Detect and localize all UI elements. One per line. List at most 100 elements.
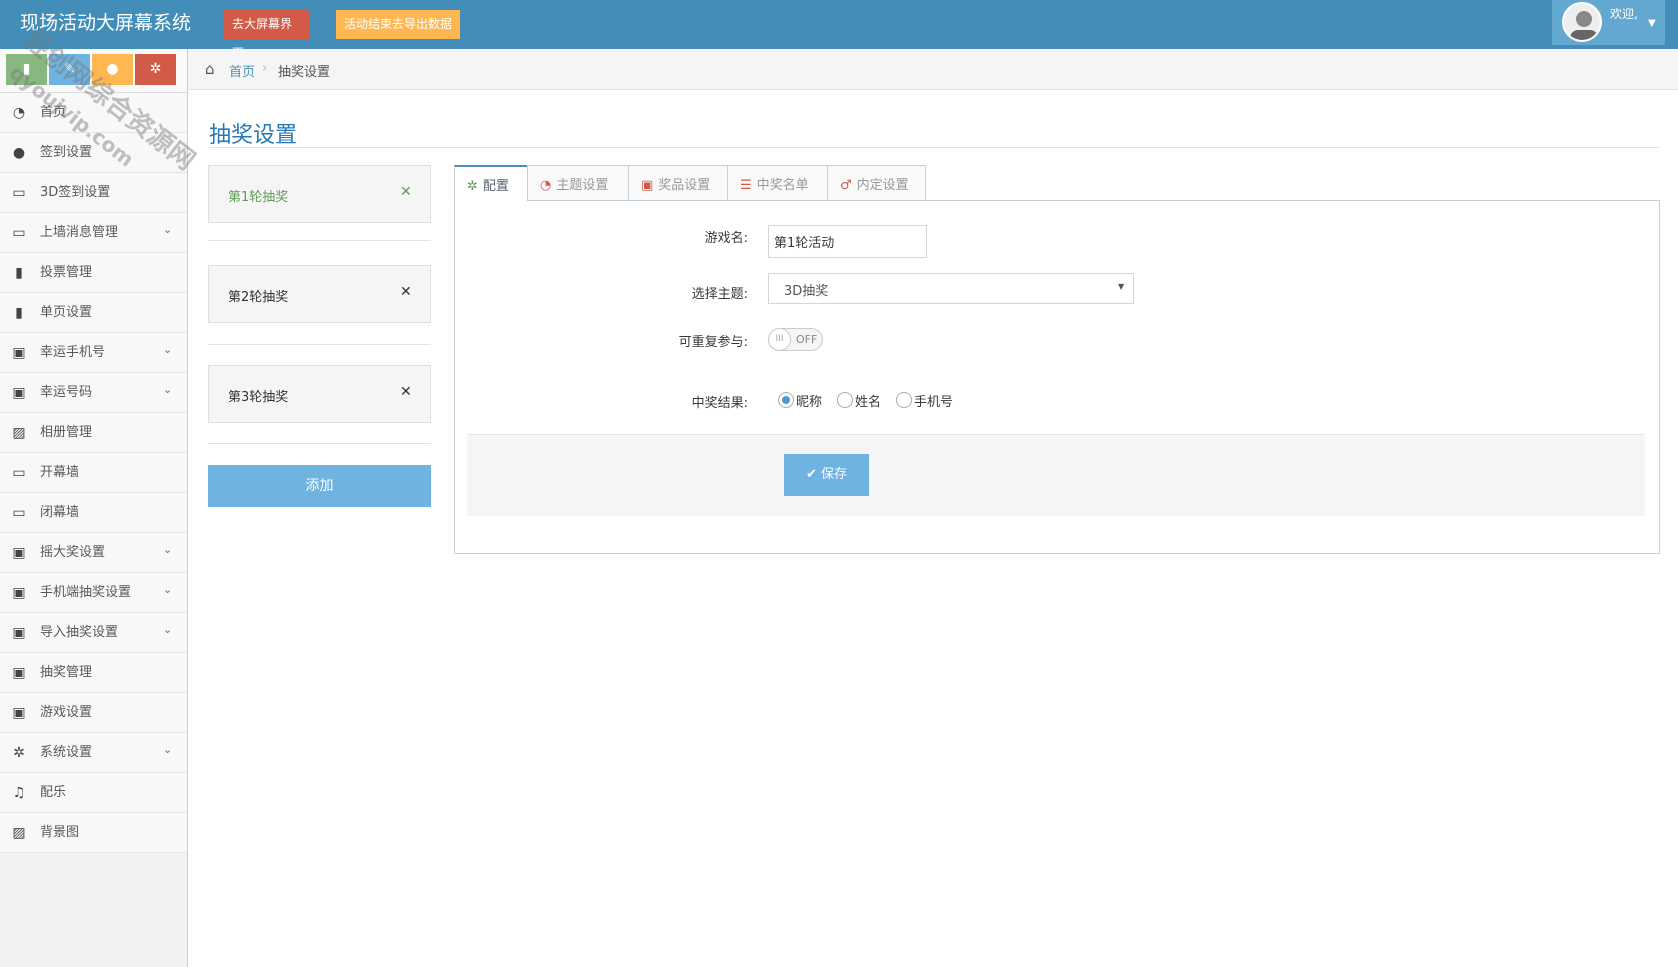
sidebar-item-label: 幸运号码 [40, 385, 93, 400]
sidebar-item[interactable]: ▭ 开幕墙 [0, 453, 187, 493]
sidebar-item[interactable]: ✲ 系统设置 ⌄ [0, 733, 187, 773]
sidebar-item[interactable]: ▣ 抽奖管理 [0, 653, 187, 693]
chevron-down-icon: ⌄ [163, 383, 173, 396]
divider [208, 443, 431, 444]
music-icon: ♫ [12, 785, 26, 801]
cog-icon: ✲ [467, 179, 478, 194]
chevron-down-icon: ⌄ [163, 583, 173, 596]
chevron-down-icon: ▼ [1118, 282, 1125, 291]
gift-icon: ▣ [12, 585, 26, 601]
picture-icon: ▨ [12, 425, 26, 441]
user-menu[interactable]: 欢迎, ▼ [1552, 0, 1665, 45]
close-icon[interactable]: ✕ [400, 384, 412, 400]
close-icon[interactable]: ✕ [400, 184, 412, 200]
breadcrumb-home-link[interactable]: 首页 [229, 61, 255, 80]
sidebar-item-label: 游戏设置 [40, 705, 93, 720]
repeat-label: 可重复参与: [678, 335, 748, 350]
sidebar-item-label: 系统设置 [40, 745, 93, 760]
toggle-knob: III [768, 328, 791, 351]
tab-label: 配置 [482, 179, 509, 194]
tab-winners[interactable]: ☰ 中奖名单 [727, 165, 828, 201]
round-card-2[interactable]: 第2轮抽奖 ✕ [208, 265, 431, 323]
save-button[interactable]: ✔ 保存 [784, 454, 869, 496]
sidebar-item-label: 背景图 [40, 825, 80, 840]
theme-select[interactable]: 3D抽奖 [768, 273, 1134, 304]
cogs-icon[interactable]: ✲ [135, 54, 176, 85]
sidebar-item-label: 摇大奖设置 [40, 545, 106, 560]
home-icon: ⌂ [205, 60, 215, 78]
radio-phone[interactable] [896, 392, 912, 408]
radio-nickname[interactable] [778, 392, 794, 408]
result-label: 中奖结果: [691, 396, 748, 411]
sidebar-item[interactable]: ▣ 摇大奖设置 ⌄ [0, 533, 187, 573]
picture-icon: ▨ [12, 825, 26, 841]
gift-icon: ▣ [12, 665, 26, 681]
chevron-down-icon: ⌄ [163, 343, 173, 356]
welcome-text: 欢迎, [1610, 7, 1638, 21]
sidebar-item[interactable]: ▨ 相册管理 [0, 413, 187, 453]
desktop-icon: ▭ [12, 465, 26, 481]
save-label: 保存 [821, 467, 848, 482]
sidebar-item[interactable]: ▨ 背景图 [0, 813, 187, 853]
sidebar-item[interactable]: ▣ 游戏设置 [0, 693, 187, 733]
export-data-button[interactable]: 活动结束去导出数据 [336, 10, 460, 39]
breadcrumb: ⌂ 首页 › 抽奖设置 [188, 49, 1678, 90]
round-label: 第2轮抽奖 [228, 290, 289, 305]
game-name-label: 游戏名: [704, 231, 748, 246]
gift-icon: ▣ [12, 545, 26, 561]
sidebar-item[interactable]: ▮ 单页设置 [0, 293, 187, 333]
sidebar-item-label: 开幕墙 [40, 465, 80, 480]
tab-label: 内定设置 [856, 178, 909, 193]
sidebar-item[interactable]: ▣ 幸运手机号 ⌄ [0, 333, 187, 373]
cog-icon: ✲ [13, 745, 25, 761]
sidebar-item-label: 抽奖管理 [40, 665, 93, 680]
gift-icon: ▣ [641, 178, 654, 193]
gift-icon: ▣ [12, 385, 26, 401]
caret-down-icon: ▼ [1648, 18, 1656, 29]
sidebar-item[interactable]: ▭ 闭幕墙 [0, 493, 187, 533]
dashboard-icon: ◔ [540, 178, 552, 193]
form-actions [467, 434, 1645, 516]
sidebar-item[interactable]: ▣ 导入抽奖设置 ⌄ [0, 613, 187, 653]
desktop-icon: ▭ [12, 505, 26, 521]
sidebar-item-label: 相册管理 [40, 425, 93, 440]
chevron-down-icon: ⌄ [163, 623, 173, 636]
theme-label: 选择主题: [691, 287, 748, 302]
game-name-input[interactable] [768, 225, 927, 258]
sidebar-item[interactable]: ♫ 配乐 [0, 773, 187, 813]
page-title: 抽奖设置 [209, 123, 298, 148]
repeat-toggle[interactable]: III OFF [768, 328, 823, 351]
sidebar-item-label: 幸运手机号 [40, 345, 106, 360]
list-icon: ☰ [740, 178, 752, 193]
sidebar-item[interactable]: ▣ 手机端抽奖设置 ⌄ [0, 573, 187, 613]
tab-config[interactable]: ✲ 配置 [454, 165, 528, 201]
signal-icon: ▮ [15, 305, 23, 321]
radio-name[interactable] [837, 392, 853, 408]
goto-bigscreen-button[interactable]: 去大屏幕界面 [224, 10, 310, 60]
top-navbar: 现场活动大屏幕系统 去大屏幕界面 活动结束去导出数据 欢迎, ▼ [0, 0, 1678, 60]
gift-icon: ▣ [12, 625, 26, 641]
chevron-down-icon: ⌄ [163, 543, 173, 556]
breadcrumb-separator: › [262, 61, 268, 76]
close-icon[interactable]: ✕ [400, 284, 412, 300]
round-card-3[interactable]: 第3轮抽奖 ✕ [208, 365, 431, 423]
tab-theme[interactable]: ◔ 主题设置 [527, 165, 629, 201]
signal-icon: ▮ [15, 265, 23, 281]
gift-icon: ▣ [12, 705, 26, 721]
sidebar-item-label: 手机端抽奖设置 [40, 585, 132, 600]
round-card-1[interactable]: 第1轮抽奖 ✕ [208, 165, 431, 223]
chevron-down-icon: ⌄ [163, 743, 173, 756]
desktop-icon: ▭ [12, 225, 26, 241]
sidebar-item-label: 投票管理 [40, 265, 93, 280]
tab-label: 奖品设置 [658, 178, 711, 193]
tab-preset[interactable]: ♂ 内定设置 [827, 165, 926, 201]
round-label: 第3轮抽奖 [228, 390, 289, 405]
breadcrumb-current: 抽奖设置 [278, 65, 331, 80]
sidebar-item-label: 闭幕墙 [40, 505, 80, 520]
divider [208, 344, 431, 345]
check-icon: ✔ [805, 467, 821, 482]
tab-prizes[interactable]: ▣ 奖品设置 [628, 165, 728, 201]
add-round-button[interactable]: 添加 [208, 465, 431, 507]
sidebar-item[interactable]: ▣ 幸运号码 ⌄ [0, 373, 187, 413]
radio-label-nickname: 昵称 [796, 395, 823, 410]
